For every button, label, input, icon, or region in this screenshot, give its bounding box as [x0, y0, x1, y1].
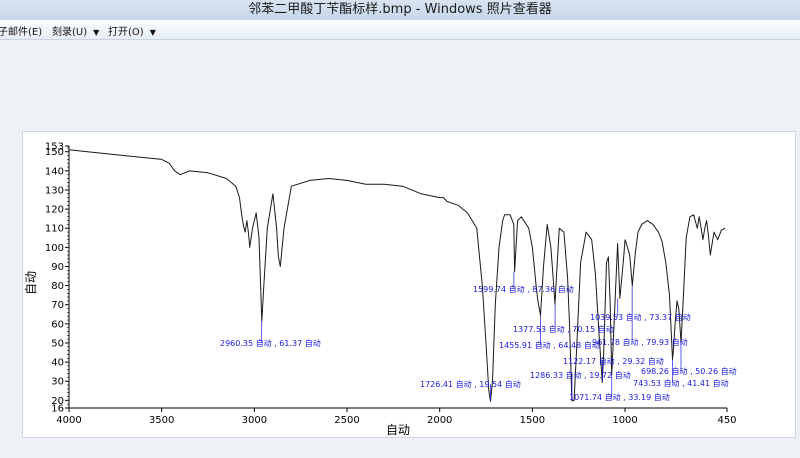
peak-label: 1071.74 自动 , 33.19 自动: [569, 392, 670, 402]
x-tick-label: 4000: [56, 415, 81, 426]
x-tick-label: 1500: [520, 415, 545, 426]
peak-label: 1377.53 自动 , 70.15 自动: [513, 324, 614, 334]
y-tick-label: 153: [45, 142, 64, 153]
x-axis-title: 自动: [386, 423, 410, 437]
peak-label: 1726.41 自动 , 19.54 自动: [420, 379, 521, 389]
y-tick-label: 20: [51, 396, 64, 407]
peak-label: 1039.53 自动 , 73.37 自动: [590, 312, 691, 322]
y-tick-label: 90: [51, 262, 64, 273]
x-tick-label: 1000: [612, 415, 637, 426]
peak-label: 1286.33 自动 , 19.72 自动: [530, 370, 631, 380]
y-tick-label: 100: [45, 243, 64, 254]
peak-label: 1599.74 自动 , 87.36 自动: [473, 284, 574, 294]
peak-label: 743.53 自动 , 41.41 自动: [633, 378, 729, 388]
ir-spectrum-chart: 4000 3500 3000 2500 2000 1500 1000 450162030405…: [24, 142, 737, 438]
peak-label: 961.78 自动 , 79.93 自动: [592, 337, 688, 347]
y-tick-label: 80: [51, 281, 64, 292]
y-tick-label: 40: [51, 358, 64, 369]
y-tick-label: 130: [45, 185, 64, 196]
peak-label: 2960.35 自动 , 61.37 自动: [220, 338, 321, 348]
y-tick-label: 50: [51, 338, 64, 349]
x-tick-label: 2500: [334, 415, 359, 426]
y-tick-label: 60: [51, 319, 64, 330]
y-tick-label: 140: [45, 166, 64, 177]
peak-label: 1122.17 自动 , 29.32 自动: [563, 356, 664, 366]
x-tick-label: 3500: [149, 415, 174, 426]
x-tick-label: 3000: [242, 415, 267, 426]
peak-label: 1455.91 自动 , 64.48 自动: [499, 340, 600, 350]
y-tick-label: 120: [45, 205, 64, 216]
y-tick-label: 110: [45, 224, 64, 235]
peak-annotations: 2960.35 自动 , 61.37 自动 1726.41 自动 , 19.54 …: [220, 271, 737, 402]
x-tick-label: 450: [717, 415, 736, 426]
x-tick-label: 2000: [427, 415, 452, 426]
y-tick-label: 30: [51, 377, 64, 388]
y-tick-label: 70: [51, 300, 64, 311]
peak-label: 698.26 自动 , 50.26 自动: [641, 366, 737, 376]
y-axis-title: 自动: [24, 271, 38, 295]
